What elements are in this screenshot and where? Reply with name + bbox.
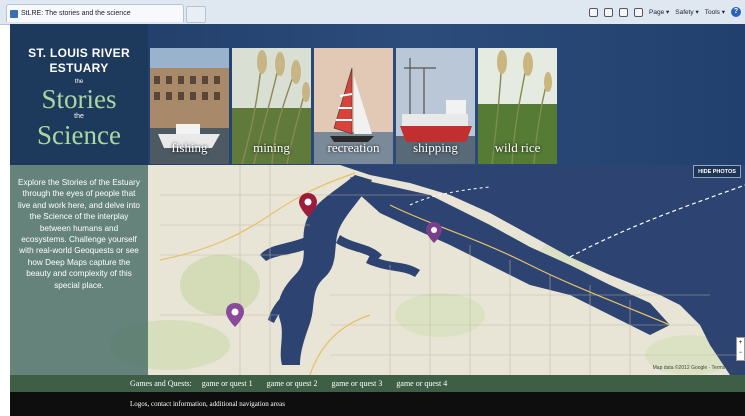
game-link-2[interactable]: game or quest 2 (267, 379, 318, 388)
mail-icon[interactable] (619, 7, 628, 17)
hide-photos-button[interactable]: HIDE PHOTOS (693, 165, 741, 178)
page: ST. LOUIS RIVER ESTUARY the Stories the … (10, 24, 745, 416)
title-the-2: the (74, 113, 84, 120)
home-icon[interactable] (589, 7, 598, 17)
map-zoom-control[interactable]: + − (736, 337, 745, 361)
photo-label: recreation (327, 140, 380, 155)
site-header: ST. LOUIS RIVER ESTUARY the Stories the … (10, 24, 745, 165)
feeds-icon[interactable] (604, 7, 613, 17)
new-tab-button[interactable] (186, 6, 206, 23)
photo-label: fishing (171, 140, 208, 155)
title-stories: Stories (41, 84, 117, 114)
tab-title: StLRE: The stories and the science (21, 10, 131, 17)
browser-toolbar: StLRE: The stories and the science Page … (0, 0, 745, 25)
site-footer: Logos, contact information, additional n… (10, 392, 745, 416)
tools-menu[interactable]: Tools ▾ (705, 8, 725, 16)
photo-fishing[interactable]: fishing (150, 48, 229, 164)
map-attribution[interactable]: Map data ©2012 Google · Terms of Use (653, 365, 741, 371)
page-menu[interactable]: Page ▾ (649, 8, 669, 16)
title-line1: ST. LOUIS RIVER (28, 46, 130, 60)
photo-shipping[interactable]: shipping (396, 48, 475, 164)
site-logo[interactable]: ST. LOUIS RIVER ESTUARY the Stories the … (10, 24, 148, 165)
game-link-1[interactable]: game or quest 1 (202, 379, 253, 388)
print-icon[interactable] (634, 7, 643, 17)
photo-label: shipping (413, 140, 458, 155)
command-bar: Page ▾ Safety ▾ Tools ▾ ? (589, 5, 741, 19)
games-bar: Games and Quests: game or quest 1 game o… (10, 375, 745, 392)
title-line2: ESTUARY (49, 61, 109, 75)
photo-wild-rice[interactable]: wild rice (478, 48, 557, 164)
favicon-icon (10, 10, 18, 18)
footer-text: Logos, contact information, additional n… (130, 400, 285, 408)
intro-panel: Explore the Stories of the Estuary throu… (10, 165, 148, 375)
safety-menu[interactable]: Safety ▾ (675, 8, 699, 16)
help-icon[interactable]: ? (731, 7, 741, 17)
title-science: Science (37, 120, 121, 150)
photo-label: wild rice (494, 140, 541, 155)
browser-tab[interactable]: StLRE: The stories and the science (6, 4, 184, 22)
games-label: Games and Quests: (130, 379, 192, 388)
photo-recreation[interactable]: recreation (314, 48, 393, 164)
game-link-4[interactable]: game or quest 4 (396, 379, 447, 388)
intro-text: Explore the Stories of the Estuary throu… (18, 178, 140, 290)
photo-mining[interactable]: mining (232, 48, 311, 164)
photo-strip: fishing mining recreation shipping wild … (150, 48, 557, 164)
photo-label: mining (253, 140, 290, 155)
game-link-3[interactable]: game or quest 3 (332, 379, 383, 388)
